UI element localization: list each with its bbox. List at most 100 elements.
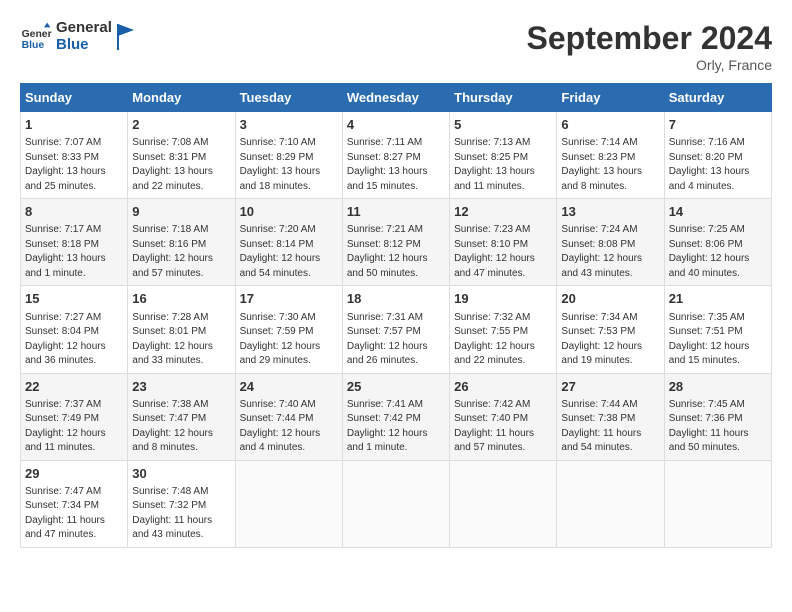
calendar-cell: 9Sunrise: 7:18 AM Sunset: 8:16 PM Daylig… [128,199,235,286]
logo: General Blue General Blue [20,20,136,53]
calendar-cell: 5 Sunrise: 7:13 AM Sunset: 8:25 PM Daylig… [450,112,557,199]
day-info: Sunrise: 7:28 AM Sunset: 8:01 PM Dayligh… [132,311,230,369]
calendar-cell: 17Sunrise: 7:30 AM Sunset: 7:59 PM Dayli… [235,286,342,373]
day-info: Sunrise: 7:10 AM Sunset: 8:29 PM Dayligh… [240,136,338,194]
calendar-cell: 8 Sunrise: 7:17 AM Sunset: 8:18 PM Daylig… [21,199,128,286]
day-number: 19 [454,290,552,308]
calendar-cell [664,460,771,547]
day-number: 21 [669,290,767,308]
day-info: Sunrise: 7:47 AM Sunset: 7:34 PM Dayligh… [25,485,123,543]
calendar-cell: 18 Sunrise: 7:31 AM Sunset: 7:57 PM Dayli… [342,286,449,373]
day-number: 22 [25,378,123,396]
day-number: 13 [561,203,659,221]
calendar-cell: 2 Sunrise: 7:08 AM Sunset: 8:31 PM Daylig… [128,112,235,199]
day-number: 2 [132,116,230,134]
day-info: Sunrise: 7:20 AM Sunset: 8:14 PM Dayligh… [240,223,338,281]
header-thursday: Thursday [450,84,557,112]
calendar-cell: 16 Sunrise: 7:28 AM Sunset: 8:01 PM Dayli… [128,286,235,373]
day-info: Sunrise: 7:11 AM Sunset: 8:27 PM Dayligh… [347,136,445,194]
calendar-cell: 11 Sunrise: 7:21 AM Sunset: 8:12 PM Dayli… [342,199,449,286]
day-number: 28 [669,378,767,396]
calendar-cell [342,460,449,547]
day-number: 24 [240,378,338,396]
day-number: 18 [347,290,445,308]
calendar-week-row: 29 Sunrise: 7:47 AM Sunset: 7:34 PM Dayli… [21,460,772,547]
day-info: Sunrise: 7:35 AM Sunset: 7:51 PM Dayligh… [669,311,767,369]
day-number: 1 [25,116,123,134]
calendar-week-row: 8 Sunrise: 7:17 AM Sunset: 8:18 PM Daylig… [21,199,772,286]
day-number: 29 [25,465,123,483]
day-number: 10 [240,203,338,221]
calendar-cell: 6 Sunrise: 7:14 AM Sunset: 8:23 PM Daylig… [557,112,664,199]
day-number: 25 [347,378,445,396]
calendar-cell: 10 Sunrise: 7:20 AM Sunset: 8:14 PM Dayli… [235,199,342,286]
day-number: 12 [454,203,552,221]
day-info: Sunrise: 7:08 AM Sunset: 8:31 PM Dayligh… [132,136,230,194]
day-number: 5 [454,116,552,134]
day-info: Sunrise: 7:48 AM Sunset: 7:32 PM Dayligh… [132,485,230,543]
day-number: 9 [132,203,230,221]
calendar-cell: 22 Sunrise: 7:37 AM Sunset: 7:49 PM Dayli… [21,373,128,460]
calendar-cell: 3Sunrise: 7:10 AM Sunset: 8:29 PM Daylig… [235,112,342,199]
calendar-cell [450,460,557,547]
day-number: 27 [561,378,659,396]
logo-icon: General Blue [20,21,52,53]
calendar-cell: 25 Sunrise: 7:41 AM Sunset: 7:42 PM Dayli… [342,373,449,460]
calendar-table: SundayMondayTuesdayWednesdayThursdayFrid… [20,83,772,548]
day-info: Sunrise: 7:25 AM Sunset: 8:06 PM Dayligh… [669,223,767,281]
day-info: Sunrise: 7:24 AM Sunset: 8:08 PM Dayligh… [561,223,659,281]
day-number: 30 [132,465,230,483]
day-number: 26 [454,378,552,396]
day-info: Sunrise: 7:21 AM Sunset: 8:12 PM Dayligh… [347,223,445,281]
day-number: 8 [25,203,123,221]
day-info: Sunrise: 7:27 AM Sunset: 8:04 PM Dayligh… [25,311,123,369]
day-info: Sunrise: 7:40 AM Sunset: 7:44 PM Dayligh… [240,398,338,456]
calendar-cell: 7 Sunrise: 7:16 AM Sunset: 8:20 PM Daylig… [664,112,771,199]
day-info: Sunrise: 7:13 AM Sunset: 8:25 PM Dayligh… [454,136,552,194]
day-number: 4 [347,116,445,134]
day-info: Sunrise: 7:34 AM Sunset: 7:53 PM Dayligh… [561,311,659,369]
logo-blue: Blue [56,37,112,54]
header-saturday: Saturday [664,84,771,112]
month-year-title: September 2024 [527,20,772,57]
header-wednesday: Wednesday [342,84,449,112]
svg-text:Blue: Blue [22,40,45,51]
calendar-cell: 19Sunrise: 7:32 AM Sunset: 7:55 PM Dayli… [450,286,557,373]
day-number: 14 [669,203,767,221]
calendar-cell: 26 Sunrise: 7:42 AM Sunset: 7:40 PM Dayli… [450,373,557,460]
day-info: Sunrise: 7:16 AM Sunset: 8:20 PM Dayligh… [669,136,767,194]
day-info: Sunrise: 7:44 AM Sunset: 7:38 PM Dayligh… [561,398,659,456]
title-block: September 2024 Orly, France [527,20,772,73]
day-info: Sunrise: 7:37 AM Sunset: 7:49 PM Dayligh… [25,398,123,456]
calendar-header-row: SundayMondayTuesdayWednesdayThursdayFrid… [21,84,772,112]
calendar-cell: 24 Sunrise: 7:40 AM Sunset: 7:44 PM Dayli… [235,373,342,460]
calendar-cell: 14 Sunrise: 7:25 AM Sunset: 8:06 PM Dayli… [664,199,771,286]
calendar-cell: 1 Sunrise: 7:07 AM Sunset: 8:33 PM Daylig… [21,112,128,199]
day-number: 7 [669,116,767,134]
day-number: 17 [240,290,338,308]
day-info: Sunrise: 7:41 AM Sunset: 7:42 PM Dayligh… [347,398,445,456]
day-number: 15 [25,290,123,308]
day-number: 6 [561,116,659,134]
calendar-week-row: 1 Sunrise: 7:07 AM Sunset: 8:33 PM Daylig… [21,112,772,199]
day-number: 20 [561,290,659,308]
day-info: Sunrise: 7:14 AM Sunset: 8:23 PM Dayligh… [561,136,659,194]
page-header: General Blue General Blue September 2024… [20,20,772,73]
logo-flag-icon [116,22,136,52]
calendar-cell: 4 Sunrise: 7:11 AM Sunset: 8:27 PM Daylig… [342,112,449,199]
calendar-cell [235,460,342,547]
day-number: 23 [132,378,230,396]
day-info: Sunrise: 7:23 AM Sunset: 8:10 PM Dayligh… [454,223,552,281]
day-info: Sunrise: 7:17 AM Sunset: 8:18 PM Dayligh… [25,223,123,281]
calendar-week-row: 15 Sunrise: 7:27 AM Sunset: 8:04 PM Dayli… [21,286,772,373]
svg-text:General: General [22,29,52,40]
day-info: Sunrise: 7:07 AM Sunset: 8:33 PM Dayligh… [25,136,123,194]
day-info: Sunrise: 7:31 AM Sunset: 7:57 PM Dayligh… [347,311,445,369]
header-sunday: Sunday [21,84,128,112]
day-info: Sunrise: 7:45 AM Sunset: 7:36 PM Dayligh… [669,398,767,456]
day-number: 16 [132,290,230,308]
day-info: Sunrise: 7:42 AM Sunset: 7:40 PM Dayligh… [454,398,552,456]
day-number: 11 [347,203,445,221]
calendar-cell: 30 Sunrise: 7:48 AM Sunset: 7:32 PM Dayli… [128,460,235,547]
calendar-cell [557,460,664,547]
